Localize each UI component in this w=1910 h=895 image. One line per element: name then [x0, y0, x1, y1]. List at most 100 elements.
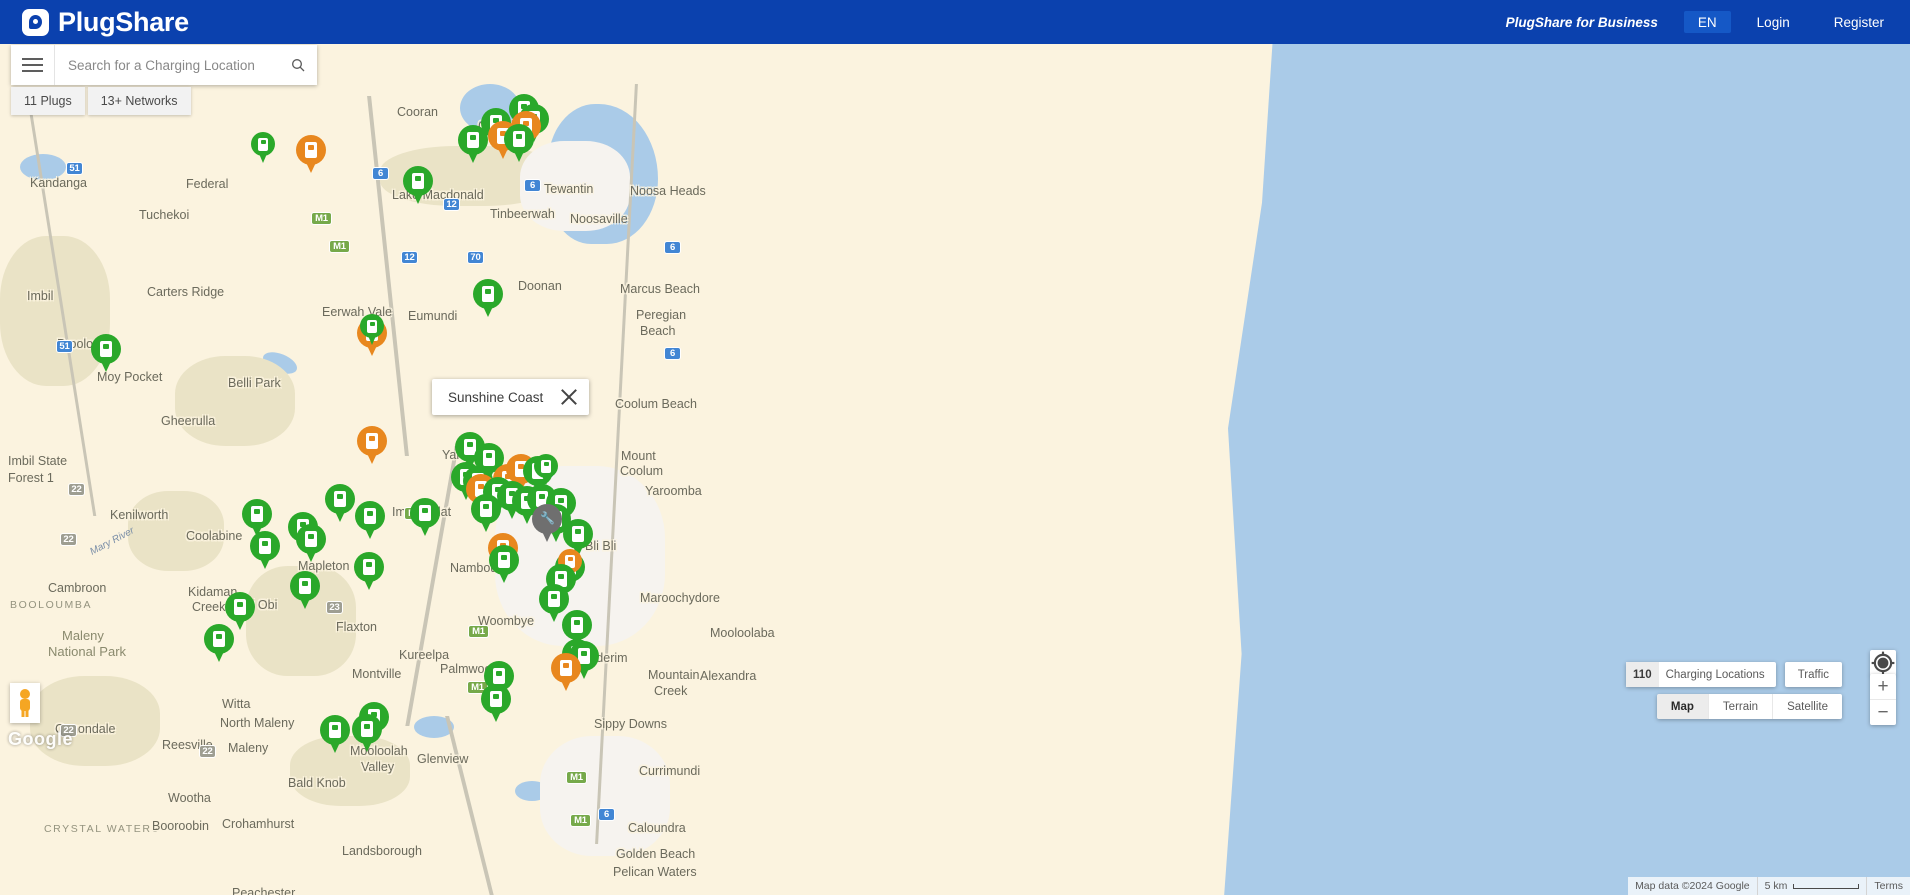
charging-station-icon	[548, 591, 560, 607]
charging-location-pin[interactable]	[204, 624, 234, 664]
close-glyph	[561, 389, 578, 405]
charging-location-pin[interactable]	[403, 166, 433, 206]
charging-station-icon	[364, 508, 376, 524]
charging-station-icon	[482, 286, 494, 302]
map-highway-shield: 12	[401, 251, 418, 264]
map-type-terrain[interactable]: Terrain	[1708, 694, 1774, 719]
filter-networks-button[interactable]: 13+ Networks	[87, 87, 191, 115]
region-label-popup: Sunshine Coast	[432, 379, 590, 415]
map-highway-shield: 70	[467, 251, 484, 264]
scale-bar-graphic	[1793, 883, 1860, 889]
charging-location-pin[interactable]	[534, 454, 558, 486]
charging-station-icon	[541, 459, 551, 473]
charging-location-pin[interactable]	[504, 124, 534, 164]
menu-line	[22, 70, 43, 72]
charging-station-icon	[305, 142, 317, 158]
map-highway-shield: 22	[68, 483, 85, 496]
zoom-in-button[interactable]: +	[1870, 674, 1896, 700]
charging-station-icon	[412, 173, 424, 189]
my-location-icon[interactable]	[1870, 650, 1896, 676]
charging-station-icon	[513, 131, 525, 147]
charging-location-pin[interactable]	[410, 498, 440, 538]
charging-location-pin[interactable]	[250, 531, 280, 571]
charging-location-pin[interactable]	[360, 314, 384, 346]
map-highway-shield: 12	[443, 198, 460, 211]
charging-station-icon	[305, 531, 317, 547]
charging-location-pin[interactable]	[251, 132, 275, 164]
map-highway-shield: 51	[56, 340, 73, 353]
charging-location-pin[interactable]	[91, 334, 121, 374]
scale-value: 5 km	[1764, 880, 1788, 892]
search-bar	[11, 45, 317, 85]
charging-location-pin[interactable]	[296, 524, 326, 564]
filter-chip-row: 11 Plugs 13+ Networks	[11, 87, 317, 115]
map-canvas[interactable]: CooranCooroibahTewantinNoosa HeadsNoosav…	[0, 36, 1910, 895]
charging-location-pin[interactable]	[481, 684, 511, 724]
crosshair-glyph	[1871, 651, 1895, 675]
traffic-toggle-button[interactable]: Traffic	[1784, 662, 1842, 687]
google-watermark: Google	[8, 729, 73, 749]
charging-location-pin[interactable]: 🔧	[532, 504, 562, 544]
map-highway-shield: M1	[311, 212, 332, 225]
charging-station-icon	[480, 501, 492, 517]
map-lake	[20, 154, 66, 180]
charging-station-icon	[213, 631, 225, 647]
charging-station-icon	[259, 538, 271, 554]
street-view-pegman-icon[interactable]	[10, 683, 40, 723]
map-highway-shield: 51	[66, 162, 83, 175]
charging-location-pin[interactable]	[458, 125, 488, 165]
map-urban-area	[540, 736, 670, 856]
charging-station-icon	[234, 599, 246, 615]
search-input[interactable]	[55, 45, 279, 85]
charging-location-pin[interactable]	[551, 653, 581, 693]
register-link[interactable]: Register	[1812, 0, 1910, 44]
charging-location-pin[interactable]	[355, 501, 385, 541]
header-nav: PlugShare for Business EN Login Register	[1484, 0, 1910, 44]
map-park-area	[30, 676, 160, 766]
language-selector[interactable]: EN	[1683, 11, 1731, 33]
plugshare-for-business-link[interactable]: PlugShare for Business	[1484, 0, 1680, 44]
terms-link[interactable]: Terms	[1867, 877, 1910, 895]
map-data-attribution: Map data ©2024 Google	[1628, 877, 1758, 895]
charging-station-icon	[366, 433, 378, 449]
login-link[interactable]: Login	[1735, 0, 1812, 44]
charging-locations-counter[interactable]: 110 Charging Locations	[1626, 662, 1776, 687]
map-type-switcher: Map Terrain Satellite	[1656, 694, 1842, 719]
map-highway-shield: M1	[570, 814, 591, 827]
charging-location-pin[interactable]	[357, 426, 387, 466]
map-park-area	[290, 736, 410, 806]
search-icon[interactable]	[279, 45, 317, 85]
map-park-area	[128, 491, 224, 571]
charging-station-icon	[419, 505, 431, 521]
close-icon[interactable]	[557, 385, 581, 409]
charging-location-pin[interactable]	[473, 279, 503, 319]
magnifier-glyph	[292, 59, 305, 72]
map-type-satellite[interactable]: Satellite	[1773, 694, 1842, 719]
map-type-map[interactable]: Map	[1656, 694, 1709, 719]
charging-location-pin[interactable]	[296, 135, 326, 175]
map-scale: 5 km	[1758, 877, 1868, 895]
filter-plugs-button[interactable]: 11 Plugs	[11, 87, 85, 115]
charging-station-icon	[493, 668, 505, 684]
charging-location-pin[interactable]	[352, 714, 382, 754]
hamburger-menu-icon[interactable]	[11, 45, 55, 85]
map-control-row-top: 110 Charging Locations Traffic	[1626, 662, 1842, 687]
brand-logo[interactable]: PlugShare	[0, 7, 189, 38]
charging-location-pin[interactable]	[354, 552, 384, 592]
charging-station-icon	[299, 578, 311, 594]
charging-location-pin[interactable]	[290, 571, 320, 611]
charging-station-icon	[490, 691, 502, 707]
map-highway-shield: M1	[329, 240, 350, 253]
charging-station-icon	[363, 559, 375, 575]
map-attribution-bar: Map data ©2024 Google 5 km Terms	[1628, 877, 1910, 895]
charging-location-pin[interactable]	[471, 494, 501, 534]
charging-location-pin[interactable]	[320, 715, 350, 755]
zoom-out-button[interactable]: −	[1870, 700, 1896, 725]
charging-station-icon	[329, 722, 341, 738]
charging-location-pin[interactable]	[325, 484, 355, 524]
map-park-area	[175, 356, 295, 446]
charging-station-icon	[467, 132, 479, 148]
charging-location-pin[interactable]	[489, 545, 519, 585]
map-highway-shield: 6	[372, 167, 389, 180]
charging-station-icon	[367, 319, 377, 333]
